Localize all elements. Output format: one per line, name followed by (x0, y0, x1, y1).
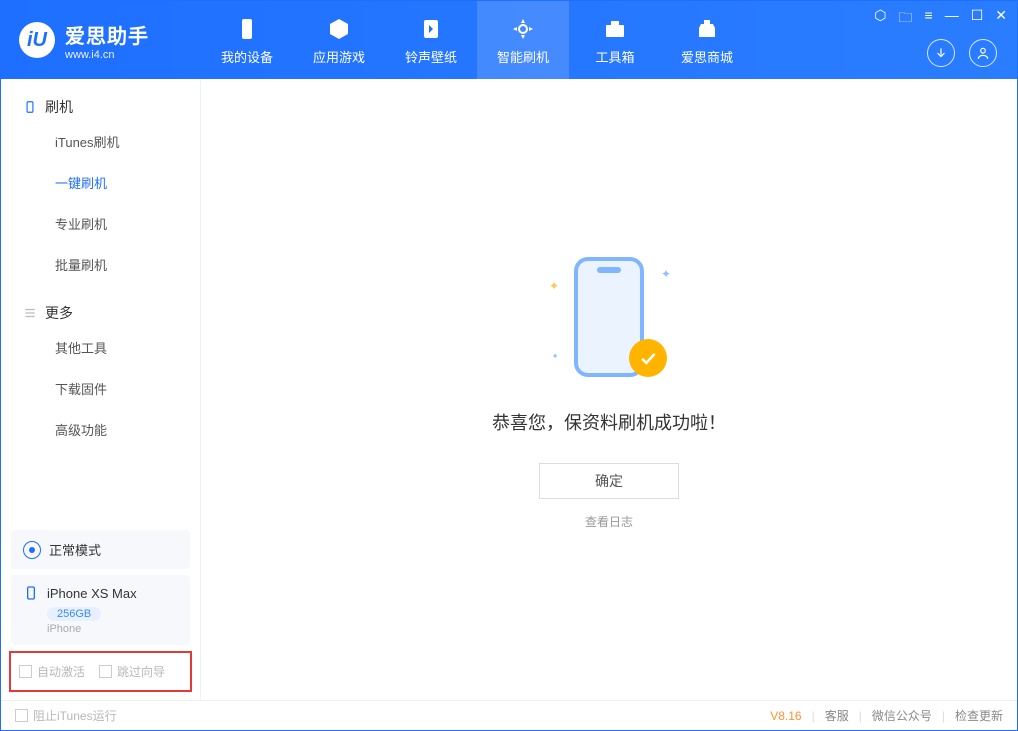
checkbox-icon (99, 665, 112, 678)
sidebar-item-pro-flash[interactable]: 专业刷机 (1, 203, 200, 244)
device-card[interactable]: iPhone XS Max 256GB iPhone (11, 575, 190, 645)
checkbox-auto-activate[interactable]: 自动激活 (19, 663, 85, 680)
view-log-link[interactable]: 查看日志 (585, 513, 633, 530)
section-label: 刷机 (45, 97, 73, 117)
tab-label: 铃声壁纸 (405, 47, 457, 66)
music-icon (417, 15, 445, 43)
tab-label: 智能刷机 (497, 47, 549, 66)
mode-label: 正常模式 (49, 540, 101, 559)
section-label: 更多 (45, 303, 73, 323)
download-button[interactable] (927, 39, 955, 67)
footer-link-update[interactable]: 检查更新 (955, 707, 1003, 724)
footer: 阻止iTunes运行 V8.16 | 客服 | 微信公众号 | 检查更新 (1, 700, 1017, 730)
maximize-button[interactable]: ☐ (971, 7, 984, 31)
tab-my-device[interactable]: 我的设备 (201, 1, 293, 79)
header-right-icons (927, 39, 997, 67)
sidebar-item-oneclick-flash[interactable]: 一键刷机 (1, 162, 200, 203)
logo-icon: iU (19, 22, 55, 58)
tab-label: 应用游戏 (313, 47, 365, 66)
checkmark-badge-icon (629, 339, 667, 377)
sidebar-item-other-tools[interactable]: 其他工具 (1, 327, 200, 368)
device-name: iPhone XS Max (47, 586, 137, 601)
phone-small-icon (23, 585, 39, 601)
checkbox-icon (15, 709, 28, 722)
toolbox-icon (601, 15, 629, 43)
mode-dot-icon (23, 541, 41, 559)
device-icon (233, 15, 261, 43)
checkbox-label: 阻止iTunes运行 (33, 707, 117, 724)
sidebar-item-batch-flash[interactable]: 批量刷机 (1, 244, 200, 285)
tab-label: 爱思商城 (681, 47, 733, 66)
app-header: iU 爱思助手 www.i4.cn 我的设备 应用游戏 铃声壁纸 智能刷机 工具… (1, 1, 1017, 79)
tab-ringtones[interactable]: 铃声壁纸 (385, 1, 477, 79)
tab-toolbox[interactable]: 工具箱 (569, 1, 661, 79)
device-storage-badge: 256GB (47, 607, 101, 621)
mode-card[interactable]: 正常模式 (11, 530, 190, 569)
close-button[interactable]: ✕ (995, 7, 1007, 31)
footer-link-service[interactable]: 客服 (825, 707, 849, 724)
list-icon (23, 306, 37, 320)
user-button[interactable] (969, 39, 997, 67)
sidebar-section-more: 更多 (1, 285, 200, 327)
highlighted-options: 自动激活 跳过向导 (9, 651, 192, 692)
checkbox-block-itunes[interactable]: 阻止iTunes运行 (15, 707, 117, 724)
sidebar-item-itunes-flash[interactable]: iTunes刷机 (1, 121, 200, 162)
logo-area: iU 爱思助手 www.i4.cn (1, 1, 201, 79)
separator: | (942, 709, 945, 723)
main-content: ✦ ✦ • 恭喜您，保资料刷机成功啦！ 确定 查看日志 (201, 79, 1017, 700)
app-subtitle: www.i4.cn (65, 49, 149, 61)
separator: | (812, 709, 815, 723)
phone-icon (23, 100, 37, 114)
tab-label: 我的设备 (221, 47, 273, 66)
success-message: 恭喜您，保资料刷机成功啦！ (492, 409, 726, 435)
sparkle-icon: ✦ (549, 279, 559, 293)
sidebar: 刷机 iTunes刷机 一键刷机 专业刷机 批量刷机 更多 其他工具 下载固件 … (1, 79, 201, 700)
cube-icon (325, 15, 353, 43)
footer-link-wechat[interactable]: 微信公众号 (872, 707, 932, 724)
ok-button[interactable]: 确定 (539, 463, 679, 499)
refresh-icon (509, 15, 537, 43)
checkbox-skip-guide[interactable]: 跳过向导 (99, 663, 165, 680)
checkbox-label: 跳过向导 (117, 663, 165, 680)
lock-icon[interactable]: 🗀 (899, 7, 913, 31)
sparkle-icon: • (553, 349, 557, 363)
shirt-icon[interactable]: ⬡ (874, 7, 886, 31)
sidebar-section-flash: 刷机 (1, 79, 200, 121)
window-controls: ⬡ 🗀 ≡ — ☐ ✕ (874, 7, 1007, 31)
tab-smart-flash[interactable]: 智能刷机 (477, 1, 569, 79)
store-icon (693, 15, 721, 43)
tab-label: 工具箱 (595, 47, 634, 66)
menu-icon[interactable]: ≡ (925, 7, 933, 31)
success-illustration: ✦ ✦ • (539, 249, 679, 389)
minimize-button[interactable]: — (945, 7, 959, 31)
checkbox-icon (19, 665, 32, 678)
tab-apps-games[interactable]: 应用游戏 (293, 1, 385, 79)
version-label: V8.16 (770, 709, 801, 723)
separator: | (859, 709, 862, 723)
sidebar-item-advanced[interactable]: 高级功能 (1, 409, 200, 450)
tab-store[interactable]: 爱思商城 (661, 1, 753, 79)
device-type: iPhone (47, 623, 178, 635)
sidebar-item-download-firmware[interactable]: 下载固件 (1, 368, 200, 409)
checkbox-label: 自动激活 (37, 663, 85, 680)
app-title: 爱思助手 (65, 20, 149, 49)
sparkle-icon: ✦ (661, 267, 671, 281)
